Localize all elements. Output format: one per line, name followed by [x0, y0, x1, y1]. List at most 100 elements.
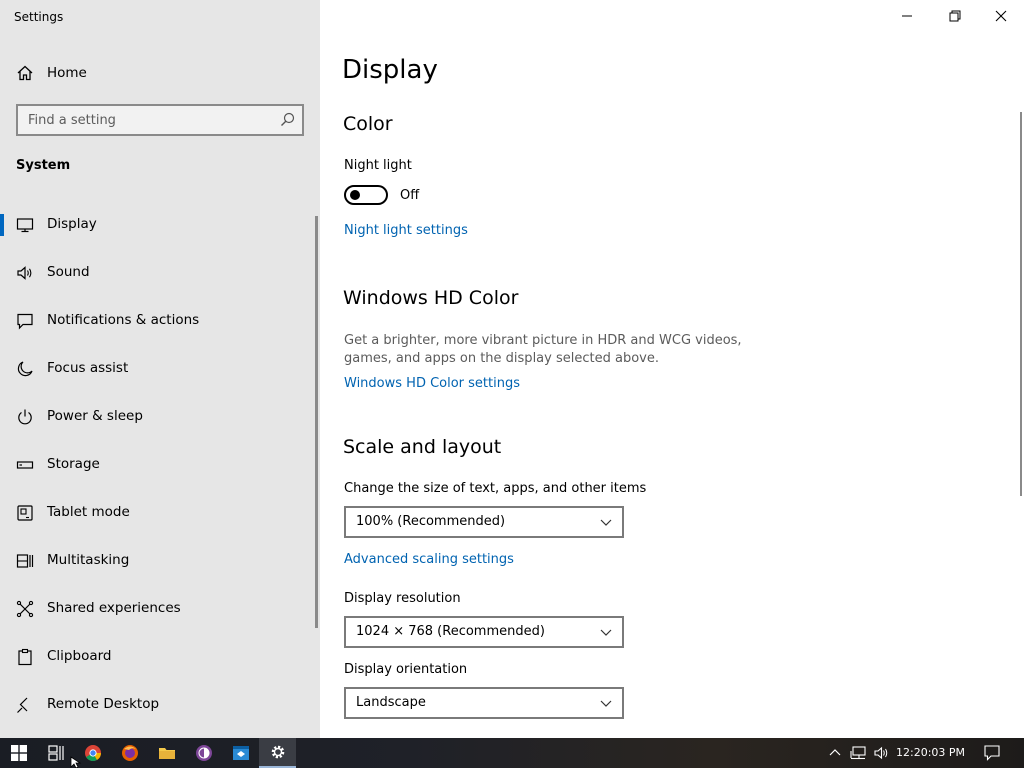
sidebar-item-display[interactable]: Display: [0, 202, 316, 250]
power-icon: [18, 409, 32, 425]
sidebar-item-label: Notifications & actions: [47, 312, 200, 328]
restore-icon: [949, 10, 961, 22]
hd-color-description: Get a brighter, more vibrant picture in …: [344, 333, 742, 366]
volume-icon: [874, 746, 888, 760]
sidebar: Settings Home System Display: [0, 0, 320, 738]
action-center-icon: [984, 745, 1000, 761]
sidebar-nav: Display Sound Notifications & actions Fo…: [0, 202, 316, 730]
chevron-up-icon: [829, 749, 841, 756]
task-view-icon: [47, 745, 64, 761]
app-button[interactable]: [222, 738, 259, 768]
sidebar-item-tablet-mode[interactable]: Tablet mode: [0, 490, 316, 538]
notification-icon: [17, 313, 33, 330]
windows-logo-icon: [10, 745, 27, 761]
sidebar-item-sound[interactable]: Sound: [0, 250, 316, 298]
orientation-dropdown-value: Landscape: [356, 695, 426, 710]
clipboard-icon: [18, 648, 32, 666]
volume-button[interactable]: [872, 738, 892, 768]
folder-icon: [158, 748, 175, 759]
night-light-settings-link[interactable]: Night light settings: [344, 223, 468, 238]
speaker-icon: [17, 266, 32, 280]
sidebar-item-shared-experiences[interactable]: Shared experiences: [0, 586, 316, 634]
sidebar-item-multitasking[interactable]: Multitasking: [0, 538, 316, 586]
scale-layout-heading: Scale and layout: [343, 436, 502, 458]
sidebar-item-remote-desktop[interactable]: Remote Desktop: [0, 682, 316, 730]
sidebar-item-label: Multitasking: [47, 552, 130, 568]
scale-dropdown-value: 100% (Recommended): [356, 514, 506, 529]
minimize-icon: [902, 15, 912, 17]
action-center-button[interactable]: [980, 738, 1004, 768]
window-app-icon: [232, 746, 249, 760]
tor-browser-button[interactable]: [185, 738, 222, 768]
tablet-icon: [17, 505, 33, 521]
firefox-button[interactable]: [111, 738, 148, 768]
orientation-dropdown[interactable]: Landscape: [344, 687, 624, 719]
sidebar-item-label: Shared experiences: [47, 600, 181, 616]
resolution-dropdown[interactable]: 1024 × 768 (Recommended): [344, 616, 624, 648]
night-light-state: Off: [400, 188, 420, 203]
night-light-label: Night light: [344, 158, 412, 173]
sidebar-item-label: Power & sleep: [47, 408, 143, 424]
moon-icon: [17, 361, 33, 377]
sidebar-item-label: Clipboard: [47, 648, 112, 664]
monitor-icon: [16, 218, 34, 233]
network-icon: [850, 746, 866, 760]
search-icon[interactable]: [280, 112, 295, 127]
sidebar-item-notifications[interactable]: Notifications & actions: [0, 298, 316, 346]
search-input[interactable]: [18, 106, 268, 134]
file-explorer-button[interactable]: [148, 738, 185, 768]
chevron-down-icon: [600, 700, 612, 707]
firefox-icon: [121, 745, 138, 761]
main-scrollbar[interactable]: [1020, 112, 1022, 496]
sidebar-item-label: Tablet mode: [47, 504, 130, 520]
network-button[interactable]: [848, 738, 868, 768]
sidebar-item-clipboard[interactable]: Clipboard: [0, 634, 316, 682]
taskbar-clock[interactable]: 12:20:03 PM: [896, 746, 965, 759]
resolution-label: Display resolution: [344, 591, 461, 606]
remote-desktop-icon: [17, 697, 28, 713]
close-button[interactable]: [978, 0, 1024, 32]
hd-color-heading: Windows HD Color: [343, 287, 519, 309]
hd-color-settings-link[interactable]: Windows HD Color settings: [344, 376, 520, 391]
gear-icon: [271, 745, 284, 759]
taskbar: 12:20:03 PM: [0, 738, 1024, 768]
minimize-button[interactable]: [884, 0, 930, 32]
page-title: Display: [342, 55, 438, 85]
resolution-dropdown-value: 1024 × 768 (Recommended): [356, 624, 545, 639]
chrome-icon: [84, 745, 101, 761]
show-hidden-icons-button[interactable]: [826, 738, 844, 768]
toggle-knob: [350, 190, 360, 200]
tor-icon: [195, 745, 212, 761]
home-nav-item[interactable]: Home: [0, 56, 320, 90]
home-label: Home: [47, 65, 87, 81]
shared-icon: [16, 600, 34, 618]
sidebar-item-storage[interactable]: Storage: [0, 442, 316, 490]
chrome-button[interactable]: [74, 738, 111, 768]
close-icon: [995, 10, 1007, 22]
chevron-down-icon: [600, 519, 612, 526]
sidebar-item-power-sleep[interactable]: Power & sleep: [0, 394, 316, 442]
start-button[interactable]: [0, 738, 37, 768]
sidebar-item-label: Storage: [47, 456, 100, 472]
restore-button[interactable]: [932, 0, 978, 32]
multitasking-icon: [16, 554, 34, 568]
scale-dropdown[interactable]: 100% (Recommended): [344, 506, 624, 538]
advanced-scaling-link[interactable]: Advanced scaling settings: [344, 552, 514, 567]
color-heading: Color: [343, 113, 393, 135]
sidebar-item-focus-assist[interactable]: Focus assist: [0, 346, 316, 394]
size-label: Change the size of text, apps, and other…: [344, 481, 647, 496]
storage-icon: [16, 461, 34, 469]
chevron-down-icon: [600, 629, 612, 636]
section-label-system: System: [16, 158, 71, 173]
sidebar-item-label: Remote Desktop: [47, 696, 160, 712]
orientation-label: Display orientation: [344, 662, 468, 677]
search-box[interactable]: [16, 104, 304, 136]
settings-taskbar-button[interactable]: [259, 738, 296, 768]
home-icon: [17, 65, 33, 81]
sidebar-scrollbar[interactable]: [315, 216, 318, 628]
sidebar-item-label: Display: [47, 216, 97, 232]
task-view-button[interactable]: [37, 738, 74, 768]
night-light-toggle[interactable]: [344, 185, 388, 205]
app-title: Settings: [14, 10, 64, 24]
sidebar-item-label: Focus assist: [47, 360, 129, 376]
